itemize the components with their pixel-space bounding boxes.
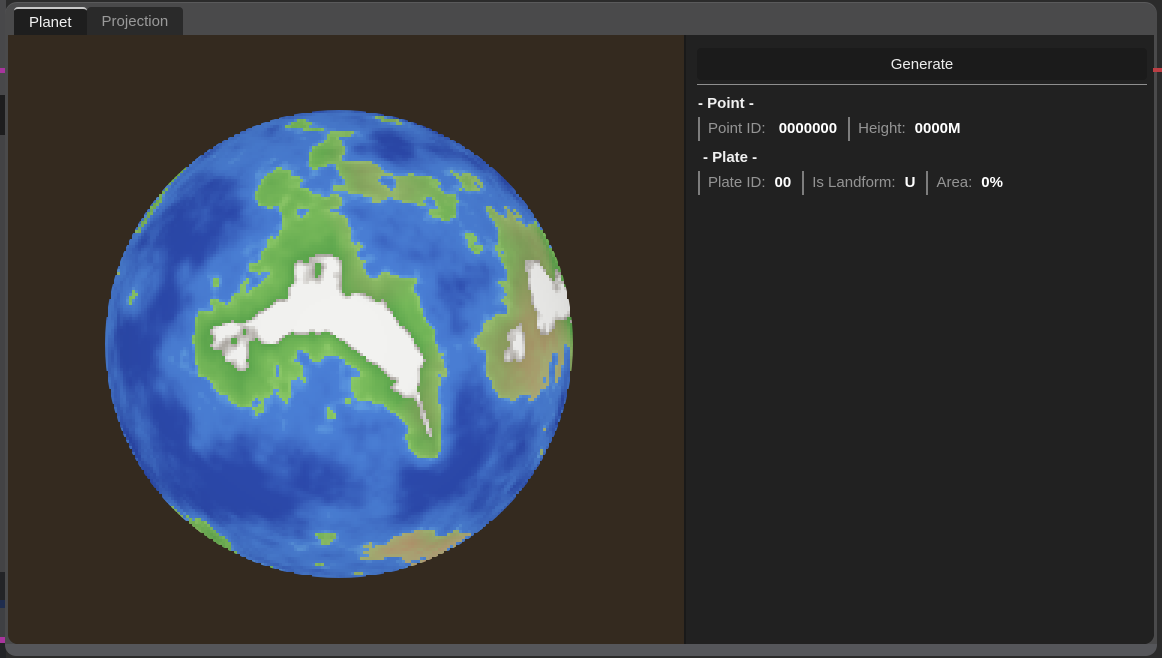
- planet-canvas[interactable]: [105, 110, 573, 578]
- point-info-row: Point ID: 0000000 Height: 0000M: [698, 115, 1154, 142]
- area-value: 0%: [981, 174, 1003, 191]
- plate-id-value: 00: [775, 174, 792, 191]
- panel-separator: [697, 84, 1147, 85]
- screen: Planet Projection Generate - Point - Poi…: [0, 0, 1162, 658]
- field-divider: [926, 171, 928, 195]
- right-edge-red-marker: [1153, 68, 1162, 72]
- field-divider: [848, 117, 850, 141]
- tab-projection-label: Projection: [102, 13, 169, 30]
- point-section-title: - Point -: [698, 94, 1154, 114]
- plate-id-label: Plate ID:: [708, 174, 766, 191]
- field-divider: [698, 171, 700, 195]
- generate-button[interactable]: Generate: [697, 48, 1147, 80]
- tab-planet-label: Planet: [29, 14, 72, 31]
- area-label: Area:: [936, 174, 972, 191]
- tab-bar: Planet Projection: [8, 2, 1154, 35]
- is-landform-value: U: [905, 174, 916, 191]
- point-id-value: 0000000: [779, 120, 837, 137]
- side-panel: Generate - Point - Point ID: 0000000 Hei…: [684, 35, 1154, 644]
- height-label: Height:: [858, 120, 906, 137]
- tab-planet[interactable]: Planet: [14, 7, 87, 35]
- point-id-label: Point ID:: [708, 120, 770, 137]
- planet-viewport[interactable]: [8, 35, 684, 644]
- is-landform-label: Is Landform:: [812, 174, 895, 191]
- tab-projection[interactable]: Projection: [87, 7, 184, 35]
- window-bottom-border: [5, 644, 1157, 656]
- field-divider: [802, 171, 804, 195]
- window-content: Generate - Point - Point ID: 0000000 Hei…: [8, 35, 1154, 644]
- field-divider: [698, 117, 700, 141]
- plate-section-title: - Plate -: [703, 148, 1154, 168]
- plate-info-row: Plate ID: 00 Is Landform: U Area: 0%: [698, 169, 1154, 196]
- app-window: Planet Projection Generate - Point - Poi…: [5, 2, 1157, 656]
- height-value: 0000M: [915, 120, 961, 137]
- planet-globe[interactable]: [105, 110, 573, 578]
